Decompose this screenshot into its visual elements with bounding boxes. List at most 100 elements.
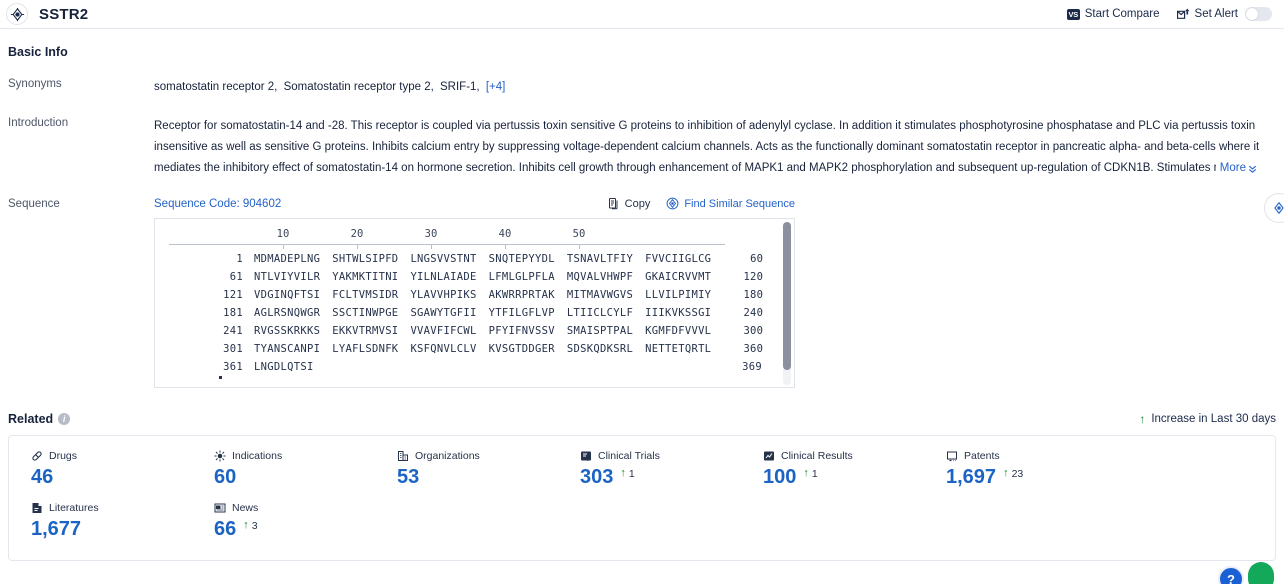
sequence-line: 361 LNGDLQTSI 369 bbox=[155, 358, 794, 376]
sequence-ruler: 10 20 30 40 50 bbox=[169, 228, 725, 250]
sequence-chunk: LLVILPIMIY bbox=[645, 289, 712, 301]
sequence-start-index: 181 bbox=[223, 307, 243, 319]
sequence-chunk: LFMLGLPFLA bbox=[488, 271, 555, 283]
sequence-end-index: 369 bbox=[742, 361, 762, 373]
related-stat-value[interactable]: 1,677 bbox=[31, 518, 81, 540]
basic-info-title: Basic Info bbox=[8, 45, 68, 59]
page-body: Basic Info Synonyms somatostatin recepto… bbox=[0, 45, 1284, 561]
sequence-chunk: LYAFLSDNFK bbox=[332, 343, 399, 355]
related-stat-label-text: Patents bbox=[964, 450, 1000, 462]
sequence-chunk: KGMFDFVVVL bbox=[645, 325, 712, 337]
set-alert-control[interactable]: Set Alert bbox=[1176, 7, 1272, 21]
synonyms-value: somatostatin receptor 2, Somatostatin re… bbox=[154, 77, 1276, 98]
related-stat-value-row: 53 bbox=[397, 466, 558, 488]
ruler-tick-label: 20 bbox=[350, 228, 364, 240]
synonym-item: SRIF-1, bbox=[440, 81, 480, 93]
set-alert-toggle[interactable] bbox=[1245, 7, 1272, 21]
up-arrow-icon: ↑ bbox=[243, 519, 249, 531]
sequence-residues: VDGINQFTSI FCLTVMSIDR YLAVVHPIKS AKWRRPRTAK… bbox=[254, 286, 711, 304]
sequence-line: 61 NTLVIYVILR YAKMKTITNI YILNLAIADE LFMLGLPF… bbox=[155, 268, 794, 286]
ruler-tick-label: 30 bbox=[424, 228, 438, 240]
related-stat: Clinical Trials 303 ↑ 1 bbox=[558, 450, 741, 488]
set-alert-label: Set Alert bbox=[1194, 8, 1238, 20]
help-button[interactable]: ? bbox=[1218, 566, 1244, 584]
pill-icon bbox=[31, 450, 43, 462]
related-stat-delta: ↑ 1 bbox=[620, 466, 634, 481]
sequence-lines: 1 MDMADEPLNG SHTWLSIPFD LNGSVVSTNT SNQTEPYYD… bbox=[155, 250, 794, 376]
sequence-chunk: KSFQNVLCLV bbox=[410, 343, 477, 355]
top-bar: SSTR2 VS Start Compare Set Alert bbox=[0, 0, 1284, 29]
related-stat-label-text: Indications bbox=[232, 450, 283, 462]
related-stat-delta: ↑ 23 bbox=[1003, 466, 1023, 481]
related-stat-label-text: Organizations bbox=[415, 450, 480, 462]
sequence-chunk: YTFILGFLVP bbox=[488, 307, 555, 319]
target-circle-icon bbox=[666, 197, 679, 210]
sequence-chunk: LTIICLCYLF bbox=[566, 307, 634, 319]
sequence-end-index: 360 bbox=[743, 343, 764, 355]
sequence-end-index: 180 bbox=[743, 289, 764, 301]
introduction-more-button[interactable]: More bbox=[1215, 158, 1258, 179]
floating-bottom-widgets: ? bbox=[1218, 562, 1274, 584]
sequence-chunk: MITMAVWGVS bbox=[566, 289, 634, 301]
compare-vs-icon: VS bbox=[1066, 8, 1080, 20]
sequence-chunk: VVAVFIFCWL bbox=[410, 325, 477, 337]
related-stat-label-text: Clinical Results bbox=[781, 450, 853, 462]
sequence-chunk: GKAICRVVMT bbox=[645, 271, 712, 283]
related-stat-value[interactable]: 1,697 bbox=[946, 466, 996, 488]
related-stat-value[interactable]: 46 bbox=[31, 466, 53, 488]
sequence-chunk: NETTETQRTL bbox=[645, 343, 712, 355]
sequence-chunk: SHTWLSIPFD bbox=[332, 253, 399, 265]
sequence-chunk: AKWRRPRTAK bbox=[488, 289, 555, 301]
sequence-line: 1 MDMADEPLNG SHTWLSIPFD LNGSVVSTNT SNQTEPYYD… bbox=[155, 250, 794, 268]
news-icon bbox=[214, 502, 226, 514]
synonyms-more-link[interactable]: [+4] bbox=[486, 81, 506, 93]
sequence-end-index: 120 bbox=[743, 271, 764, 283]
related-stat-delta-value: 1 bbox=[811, 468, 818, 480]
sequence-end-index: 60 bbox=[750, 253, 764, 265]
chat-button[interactable] bbox=[1248, 562, 1274, 584]
copy-button[interactable]: Copy bbox=[608, 197, 651, 210]
introduction-text-wrap: Receptor for somatostatin-14 and -28. Th… bbox=[154, 116, 1276, 179]
copy-icon bbox=[608, 197, 620, 210]
start-compare-button[interactable]: VS Start Compare bbox=[1066, 8, 1160, 20]
sequence-chunk: LNGDLQTSI bbox=[254, 361, 314, 373]
sequence-chunk: YILNLAIADE bbox=[410, 271, 477, 283]
sequence-chunk: SNQTEPYYDL bbox=[488, 253, 555, 265]
related-stat-label: Drugs bbox=[31, 450, 192, 462]
up-arrow-icon: ↑ bbox=[1003, 467, 1009, 479]
sequence-chunk: KVSGTDDGER bbox=[488, 343, 555, 355]
related-stat-label: News bbox=[214, 502, 375, 514]
related-stat: Patents 1,697 ↑ 23 bbox=[924, 450, 1107, 488]
sequence-start-index: 301 bbox=[223, 343, 243, 355]
sequence-inner: 10 20 30 40 50 1 MDMADEPLNG SHTWLSIPFD LNGS… bbox=[155, 219, 794, 376]
sequence-scrollbar-thumb[interactable] bbox=[783, 222, 791, 370]
literature-icon bbox=[31, 502, 43, 514]
sequence-chunk: FVVCIIGLCG bbox=[645, 253, 712, 265]
info-icon[interactable]: i bbox=[58, 413, 71, 425]
ruler-tick-label: 10 bbox=[276, 228, 290, 240]
related-stat-value-row: 46 bbox=[31, 466, 192, 488]
find-similar-sequence-button[interactable]: Find Similar Sequence bbox=[666, 197, 795, 210]
sequence-label: Sequence bbox=[8, 198, 60, 210]
related-stat-value[interactable]: 53 bbox=[397, 466, 419, 488]
related-stat-value[interactable]: 303 bbox=[580, 466, 613, 488]
sequence-viewer[interactable]: 10 20 30 40 50 1 MDMADEPLNG SHTWLSIPFD LNGS… bbox=[154, 218, 795, 388]
related-stat-value-row: 303 ↑ 1 bbox=[580, 466, 741, 488]
related-stat-value[interactable]: 60 bbox=[214, 466, 236, 488]
related-stat-label-text: Drugs bbox=[49, 450, 78, 462]
sequence-start-index: 121 bbox=[223, 289, 243, 301]
related-stat-value[interactable]: 100 bbox=[763, 466, 796, 488]
more-label: More bbox=[1219, 162, 1246, 174]
related-stat: Drugs 46 bbox=[9, 450, 192, 488]
sequence-chunk: PFYIFNVSSV bbox=[488, 325, 555, 337]
top-bar-actions: VS Start Compare Set Alert bbox=[1066, 7, 1272, 21]
sequence-start-index: 61 bbox=[229, 271, 243, 283]
related-stat-value[interactable]: 66 bbox=[214, 518, 236, 540]
sequence-line: 181 AGLRSNQWGR SSCTINWPGE SGAWYTGFII YTFILGF… bbox=[155, 304, 794, 322]
sequence-residues: LNGDLQTSI bbox=[254, 358, 710, 376]
sequence-chunk: YLAVVHPIKS bbox=[410, 289, 477, 301]
sequence-chunk: MQVALVHWPF bbox=[566, 271, 634, 283]
copy-label: Copy bbox=[624, 197, 651, 210]
sequence-code-link[interactable]: Sequence Code: 904602 bbox=[154, 198, 281, 210]
clinical-result-icon bbox=[763, 450, 775, 462]
